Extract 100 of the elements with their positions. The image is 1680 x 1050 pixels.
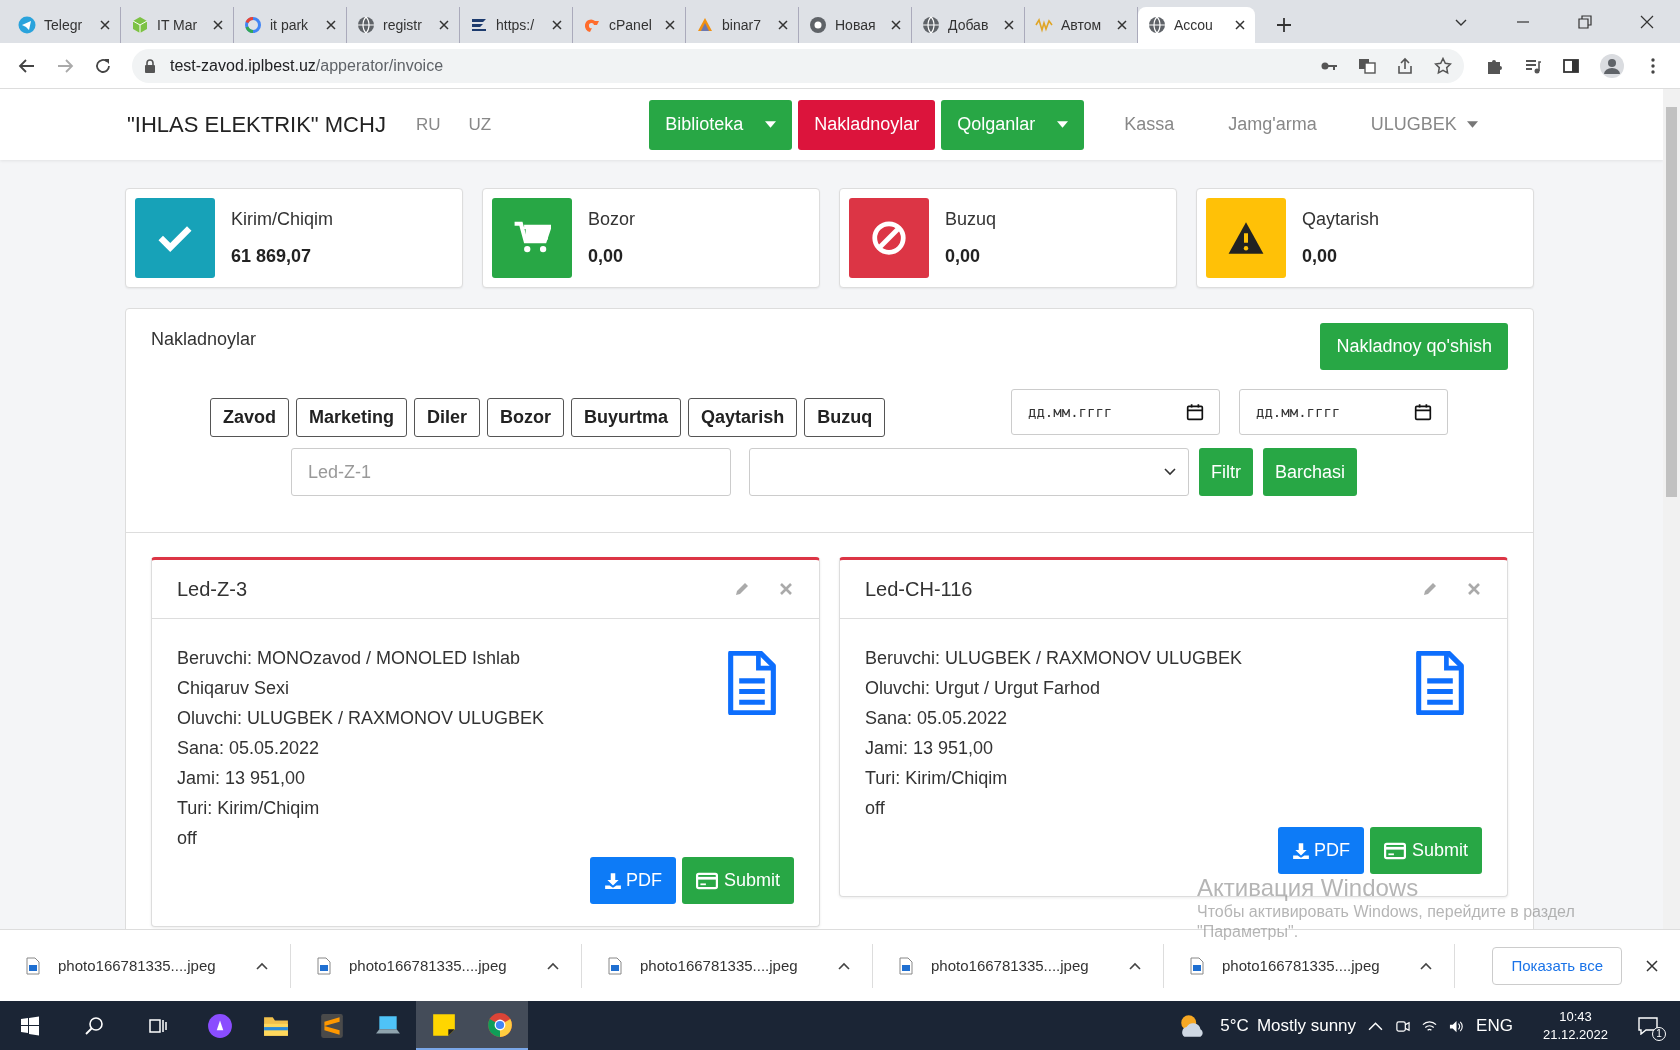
address-bar[interactable]: test-zavod.iplbest.uz/apperator/invoice <box>132 48 1464 83</box>
sail-icon <box>696 16 714 34</box>
nav-button[interactable]: Nakladnoylar <box>798 99 936 150</box>
invoice-detail: off <box>865 797 886 820</box>
clock[interactable]: 10:43 21.12.2022 <box>1542 1008 1608 1044</box>
language-link[interactable]: UZ <box>468 114 492 135</box>
close-icon[interactable] <box>1004 20 1014 30</box>
stat-value: 0,00 <box>588 246 625 267</box>
select-field[interactable] <box>749 448 1189 496</box>
download-item[interactable]: photo166781335....jpeg <box>873 943 1164 988</box>
close-icon[interactable] <box>213 20 223 30</box>
filter-button[interactable]: Buyurtma <box>571 398 682 437</box>
download-item[interactable]: photo166781335....jpeg <box>1164 943 1455 988</box>
tab-title: IT Mar <box>157 17 199 33</box>
chevron-up-icon[interactable] <box>1129 961 1141 970</box>
share-icon[interactable] <box>1396 56 1414 75</box>
plus-icon[interactable] <box>1277 18 1291 32</box>
close-icon[interactable] <box>326 20 336 30</box>
reload-icon[interactable] <box>94 56 112 75</box>
input-language[interactable]: ENG <box>1476 1016 1513 1036</box>
close-icon[interactable] <box>891 20 901 30</box>
filter-button[interactable]: Buzuq <box>804 398 886 437</box>
caret-icon <box>1466 121 1478 128</box>
globe-icon <box>357 16 375 34</box>
invoice-detail: Oluvchi: ULUGBEK / RAXMONOV ULUGBEK <box>177 707 546 730</box>
show-all-button[interactable]: Показать все <box>1492 946 1622 985</box>
image-file-icon <box>608 956 622 975</box>
assistant-icon <box>207 1013 233 1039</box>
invoice-detail: Turi: Kirim/Chiqim <box>177 797 321 820</box>
download-item[interactable]: photo166781335....jpeg <box>0 943 291 988</box>
close-icon[interactable] <box>665 20 675 30</box>
close-icon[interactable] <box>1117 20 1127 30</box>
download-item[interactable]: photo166781335....jpeg <box>582 943 873 988</box>
globe-icon <box>1148 16 1166 34</box>
activation-title: Активация Windows <box>1197 874 1420 901</box>
tab-title: https:/ <box>496 17 536 33</box>
download-item[interactable]: photo166781335....jpeg <box>291 943 582 988</box>
windows-start-icon[interactable] <box>20 1016 40 1036</box>
side-panel-icon[interactable] <box>1562 56 1580 75</box>
stripes-app-icon <box>319 1013 345 1039</box>
download-icon <box>1291 841 1310 860</box>
close-icon[interactable] <box>439 20 449 30</box>
meet-icon[interactable] <box>1395 1018 1411 1034</box>
pdf-button[interactable]: PDF <box>1277 827 1364 874</box>
invoice-detail: Sana: 05.05.2022 <box>865 707 1009 730</box>
chrome-app-button[interactable] <box>472 1001 528 1050</box>
invoice-detail: off <box>177 827 198 850</box>
close-icon[interactable] <box>552 20 562 30</box>
weather-text[interactable]: Mostly sunny <box>1256 1016 1357 1036</box>
nav-link[interactable]: Kassa <box>1110 114 1189 135</box>
invoice-detail: Turi: Kirim/Chiqim <box>865 767 1009 790</box>
search-icon[interactable] <box>84 1016 104 1036</box>
date-field[interactable]: дд.мм.гггг <box>1011 388 1220 435</box>
filter-button[interactable]: Bozor <box>487 398 565 437</box>
wave-icon <box>1035 16 1053 34</box>
chevron-up-icon[interactable] <box>838 961 850 970</box>
document-icon <box>725 651 779 715</box>
avatar-icon[interactable] <box>1600 53 1624 78</box>
filter-button[interactable]: Qaytarish <box>688 398 798 437</box>
calendar-icon[interactable] <box>1186 402 1204 421</box>
tab-title: binar7 <box>722 17 762 33</box>
user-menu[interactable]: ULUGBEK <box>1356 114 1492 135</box>
speaker-icon[interactable] <box>1449 1018 1465 1034</box>
scrollbar[interactable] <box>1663 89 1680 929</box>
back-icon[interactable] <box>18 56 36 75</box>
notification-button[interactable]: 1 <box>1638 1011 1666 1041</box>
close-icon[interactable] <box>1646 959 1658 972</box>
chevron-up-icon[interactable] <box>256 961 268 970</box>
filter-button[interactable]: Marketing <box>296 398 408 437</box>
image-file-icon <box>1190 956 1204 975</box>
panel-title: Nakladnoylar <box>151 329 257 351</box>
browser-tab[interactable]: Accou <box>1138 7 1255 43</box>
notes-app-button[interactable] <box>416 1001 472 1050</box>
language-link[interactable]: RU <box>415 114 441 135</box>
chevron-up-icon[interactable] <box>1420 961 1432 970</box>
close-icon[interactable] <box>1235 20 1245 30</box>
calendar-icon[interactable] <box>1414 402 1432 421</box>
invoice-title: Led-CH-116 <box>865 577 974 601</box>
temperature[interactable]: 5°C <box>1220 1016 1249 1036</box>
nav-link[interactable]: Jamg'arma <box>1214 114 1331 135</box>
chevron-up-icon[interactable] <box>547 961 559 970</box>
pdf-button[interactable]: PDF <box>589 857 676 904</box>
filter-button[interactable]: Zavod <box>210 398 289 437</box>
close-icon[interactable] <box>1640 15 1654 29</box>
close-icon[interactable] <box>100 20 110 30</box>
search-field[interactable]: Led-Z-1 <box>291 448 731 496</box>
filter-button[interactable]: Diler <box>414 398 481 437</box>
wheel-icon <box>809 16 827 34</box>
invoice-detail: Jami: 13 951,00 <box>865 737 995 760</box>
date-field[interactable]: дд.мм.гггг <box>1239 388 1448 435</box>
credit-card-icon <box>695 871 718 890</box>
star-icon[interactable] <box>1434 56 1452 75</box>
invoice-detail: Beruvchi: ULUGBEK / RAXMONOV ULUGBEK <box>865 647 1244 670</box>
plane-icon <box>18 16 36 34</box>
task-view-icon[interactable] <box>148 1016 168 1036</box>
brand-name[interactable]: "IHLAS ELEKTRIK" MCHJ <box>127 111 386 138</box>
restore-icon[interactable] <box>1578 15 1592 29</box>
stat-label: Qaytarish <box>1302 209 1380 230</box>
translate-icon[interactable] <box>1358 56 1376 75</box>
close-icon[interactable] <box>778 20 788 30</box>
